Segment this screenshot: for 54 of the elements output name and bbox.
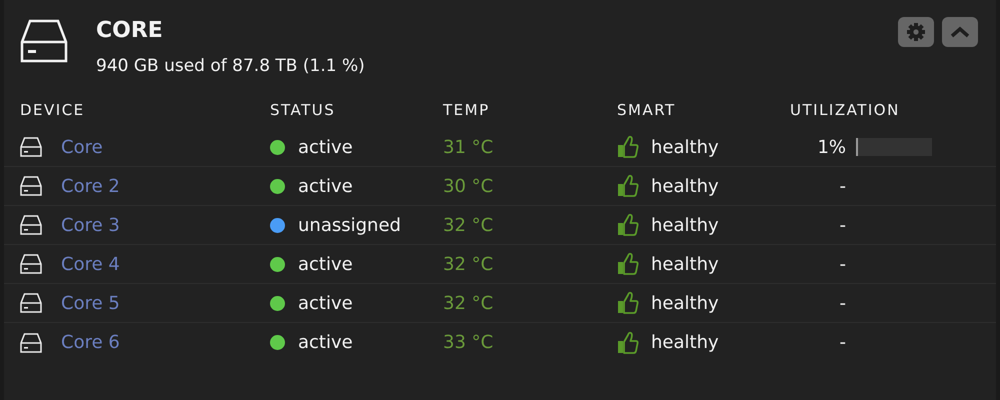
- usage-text: 940 GB used of 87.8 TB (1.1 %): [96, 55, 365, 78]
- drive-icon: [20, 332, 42, 352]
- settings-icon: [906, 22, 926, 42]
- chevron-up-icon: [950, 26, 970, 38]
- temperature-text: 32 °C: [443, 254, 494, 274]
- device-link[interactable]: Core 4: [61, 250, 120, 278]
- column-header: TEMP: [443, 101, 490, 119]
- device-link[interactable]: Core 6: [61, 329, 120, 356]
- thumbs-up-icon: [617, 330, 639, 354]
- temperature-text: 30 °C: [443, 176, 494, 196]
- status-text: active: [298, 252, 353, 276]
- status-text: active: [298, 174, 353, 198]
- thumbs-up-icon: [617, 291, 639, 315]
- utilization-text: -: [838, 214, 846, 238]
- collapse-button[interactable]: [942, 17, 978, 47]
- drive-icon: [20, 137, 42, 157]
- pool-title: CORE: [96, 17, 164, 45]
- status-text: active: [298, 331, 353, 355]
- thumbs-up-icon: [617, 252, 639, 276]
- temperature-text: 31 °C: [443, 136, 494, 158]
- temperature-text: 33 °C: [443, 332, 494, 353]
- status-text: active: [298, 292, 353, 316]
- utilization-text: -: [838, 292, 846, 316]
- smart-text: healthy: [651, 136, 719, 160]
- smart-text: healthy: [651, 331, 719, 355]
- smart-text: healthy: [651, 174, 719, 198]
- thumbs-up-icon: [617, 213, 639, 237]
- column-header: UTILIZATION: [790, 101, 900, 119]
- temperature-text: 32 °C: [443, 214, 494, 236]
- smart-text: healthy: [651, 214, 719, 238]
- utilization-text: -: [838, 331, 846, 355]
- device-link[interactable]: Core 5: [61, 290, 120, 316]
- device-link[interactable]: Core: [61, 134, 103, 160]
- utilization-text: -: [838, 174, 846, 198]
- utilization-text: 1%: [816, 136, 846, 160]
- status-text: active: [298, 136, 353, 160]
- smart-text: healthy: [651, 292, 719, 316]
- temperature-text: 32 °C: [443, 292, 494, 314]
- column-header: DEVICE: [20, 101, 85, 119]
- column-header: SMART: [617, 101, 676, 119]
- column-header: STATUS: [270, 101, 336, 119]
- drive-icon: [20, 215, 42, 235]
- settings-button[interactable]: [898, 17, 934, 47]
- drive-icon: [20, 293, 42, 313]
- device-link[interactable]: Core 2: [61, 172, 120, 200]
- status-text: unassigned: [298, 214, 401, 238]
- drive-icon: [20, 176, 42, 196]
- smart-text: healthy: [651, 252, 719, 276]
- device-link[interactable]: Core 3: [61, 212, 120, 238]
- drive-icon: [20, 254, 42, 274]
- utilization-text: -: [838, 252, 846, 276]
- thumbs-up-icon: [617, 135, 639, 159]
- drive-icon: [20, 18, 68, 64]
- thumbs-up-icon: [617, 174, 639, 198]
